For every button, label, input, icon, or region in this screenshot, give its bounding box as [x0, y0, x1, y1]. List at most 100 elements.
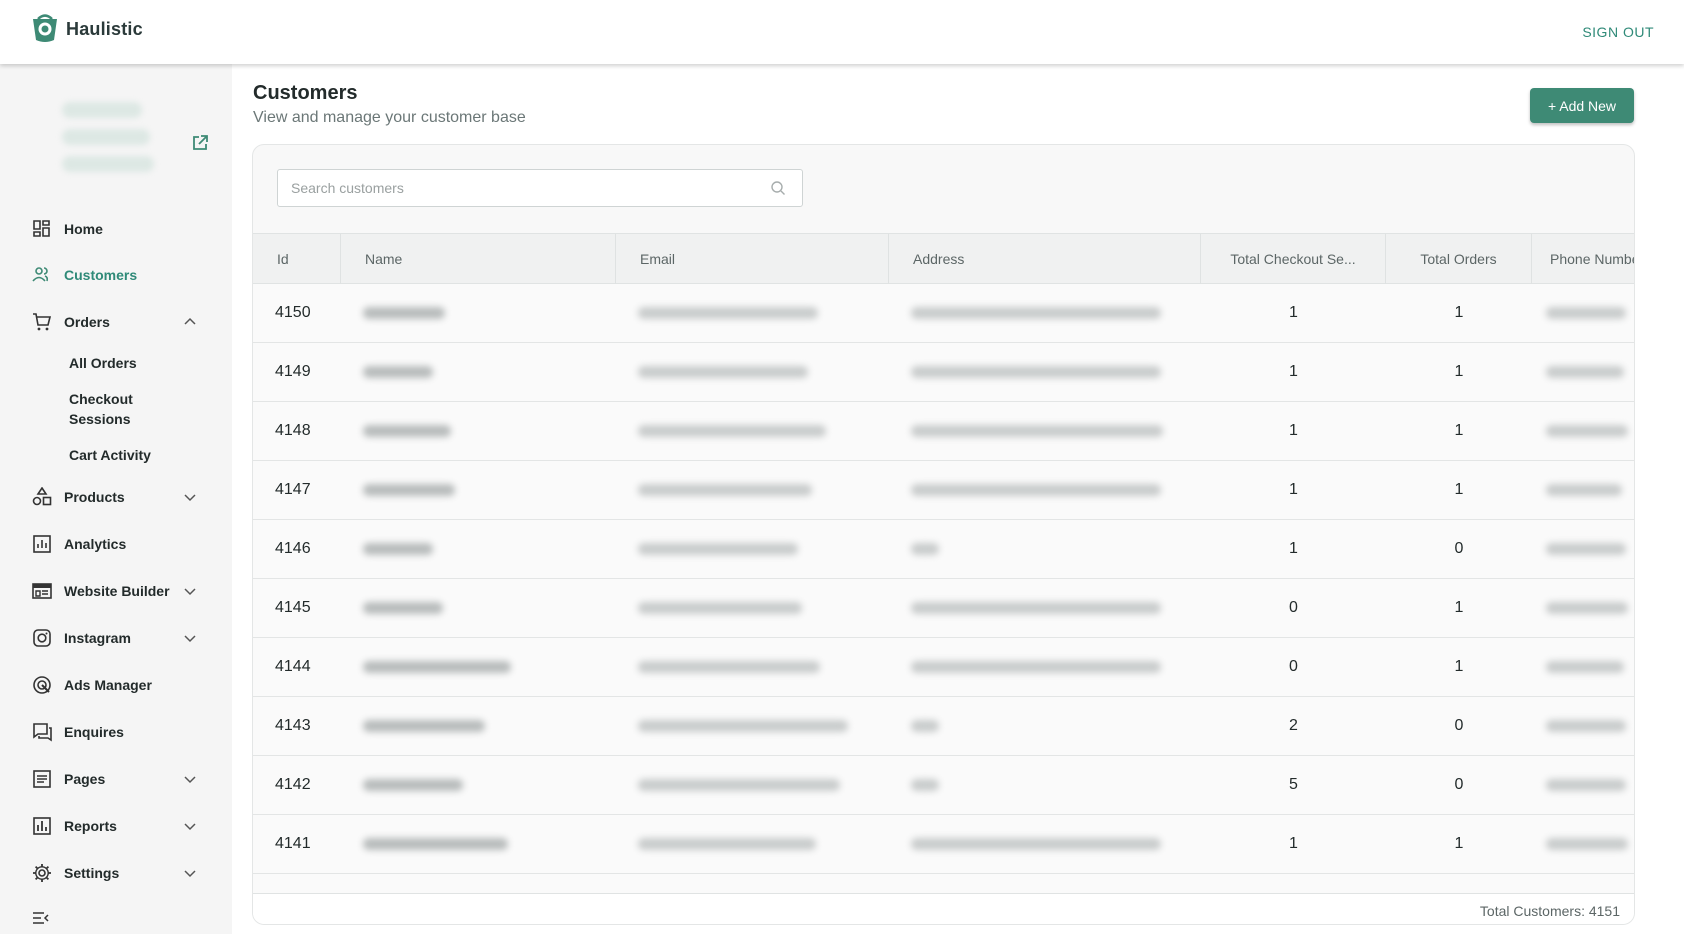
column-header-email[interactable]: Email — [616, 234, 889, 284]
cell-name[interactable] — [341, 402, 616, 460]
cell-name[interactable] — [341, 815, 616, 873]
column-header-total-checkout-sessions[interactable]: Total Checkout Se... — [1201, 234, 1386, 284]
column-header-total-orders[interactable]: Total Orders — [1386, 234, 1532, 284]
table-header: Id Name Email Address Total Checkout Se.… — [253, 233, 1634, 284]
sidebar-item-orders[interactable]: Orders — [0, 302, 232, 342]
people-icon — [32, 267, 49, 282]
cell-total-checkout-sessions: 1 — [1289, 540, 1298, 557]
cell-total-orders: 0 — [1454, 776, 1464, 793]
sidebar-subitem-all-orders[interactable]: All Orders — [69, 353, 179, 373]
cell-total-orders: 1 — [1454, 304, 1464, 321]
sidebar-subitem-cart-activity[interactable]: Cart Activity — [69, 445, 179, 465]
cell-phone-number — [1532, 284, 1634, 342]
search-box — [277, 169, 803, 207]
cell-name[interactable] — [341, 756, 616, 814]
cell-name[interactable] — [341, 638, 616, 696]
cell-name[interactable] — [341, 461, 616, 519]
sidebar-item-reports[interactable]: Reports — [0, 806, 232, 846]
chat-icon — [33, 723, 52, 742]
ads-icon — [33, 676, 51, 694]
sidebar-item-label: Products — [64, 489, 125, 505]
cell-total-checkout-sessions: 1 — [1289, 363, 1298, 380]
table-row[interactable]: 4141 1 1 — [253, 815, 1634, 874]
chevron-down-icon[interactable] — [182, 489, 198, 505]
column-header-name[interactable]: Name — [341, 234, 616, 284]
chevron-down-icon[interactable] — [182, 583, 198, 599]
cell-email — [616, 343, 889, 401]
table-row[interactable]: 4149 1 1 — [253, 343, 1634, 402]
table-row[interactable]: 4147 1 1 — [253, 461, 1634, 520]
sidebar-item-ads-manager[interactable]: Ads Manager — [0, 665, 232, 705]
external-link-icon[interactable] — [191, 134, 209, 152]
column-header-address[interactable]: Address — [889, 234, 1201, 284]
chevron-down-icon[interactable] — [182, 818, 198, 834]
dashboard-icon — [33, 220, 50, 237]
logo-icon — [33, 14, 57, 42]
sidebar: Home Customers Orders Products Analytics Webs… — [0, 64, 232, 934]
sign-out-button[interactable]: SIGN OUT — [1582, 24, 1654, 40]
chevron-down-icon[interactable] — [182, 865, 198, 881]
table-row[interactable]: 4144 0 1 — [253, 638, 1634, 697]
search-icon[interactable] — [770, 180, 786, 196]
cell-total-checkout-sessions: 1 — [1289, 835, 1298, 852]
brand-logo[interactable]: Haulistic — [30, 13, 143, 45]
table-row[interactable]: 4148 1 1 — [253, 402, 1634, 461]
cell-name[interactable] — [341, 343, 616, 401]
cell-total-checkout-sessions: 1 — [1289, 304, 1298, 321]
cell-address — [889, 343, 1201, 401]
sidebar-item-settings[interactable]: Settings — [0, 853, 232, 893]
sidebar-item-pages[interactable]: Pages — [0, 759, 232, 799]
cell-address — [889, 284, 1201, 342]
cell-email — [616, 461, 889, 519]
cell-id: 4143 — [275, 717, 311, 734]
table-row[interactable]: 4150 1 1 — [253, 284, 1634, 343]
cell-total-orders: 1 — [1454, 422, 1464, 439]
cell-total-orders: 0 — [1454, 717, 1464, 734]
column-header-id[interactable]: Id — [253, 234, 341, 284]
cell-address — [889, 461, 1201, 519]
sidebar-item-customers[interactable]: Customers — [0, 255, 232, 295]
sidebar-item-products[interactable]: Products — [0, 477, 232, 517]
cell-email — [616, 284, 889, 342]
table-row[interactable]: 4145 0 1 — [253, 579, 1634, 638]
table-body: 4150 1 1 4149 1 1 4148 1 1 4147 1 1 4146 1 0 4145 0 1 4144… — [253, 284, 1634, 893]
table-row[interactable]: 4146 1 0 — [253, 520, 1634, 579]
sidebar-item-home[interactable]: Home — [0, 209, 232, 249]
add-new-button[interactable]: + Add New — [1530, 88, 1634, 123]
cell-id: 4144 — [275, 658, 311, 675]
sidebar-item-website-builder[interactable]: Website Builder — [0, 571, 232, 611]
chevron-down-icon[interactable] — [182, 630, 198, 646]
sidebar-item-instagram[interactable]: Instagram — [0, 618, 232, 658]
cell-name[interactable] — [341, 579, 616, 637]
shapes-icon — [32, 487, 52, 506]
cell-address — [889, 579, 1201, 637]
sidebar-item-analytics[interactable]: Analytics — [0, 524, 232, 564]
chevron-up-icon[interactable] — [182, 314, 198, 330]
cell-id: 4146 — [275, 540, 311, 557]
chevron-down-icon[interactable] — [182, 771, 198, 787]
cell-total-checkout-sessions: 1 — [1289, 481, 1298, 498]
sidebar-item-label: Orders — [64, 314, 110, 330]
collapse-sidebar-icon[interactable] — [32, 910, 50, 926]
cell-name[interactable] — [341, 284, 616, 342]
sidebar-subitem-checkout-sessions[interactable]: Checkout Sessions — [69, 389, 179, 429]
cart-icon — [33, 313, 52, 331]
cell-email — [616, 579, 889, 637]
cell-phone-number — [1532, 756, 1634, 814]
cell-address — [889, 815, 1201, 873]
cell-phone-number — [1532, 461, 1634, 519]
cell-total-orders: 1 — [1454, 599, 1464, 616]
cell-id: 4147 — [275, 481, 311, 498]
page-icon — [33, 770, 51, 788]
cell-name[interactable] — [341, 697, 616, 755]
cell-name[interactable] — [341, 520, 616, 578]
table-row[interactable]: 4143 2 0 — [253, 697, 1634, 756]
column-header-phone-number[interactable]: Phone Numbe — [1532, 234, 1634, 284]
cell-phone-number — [1532, 402, 1634, 460]
cell-total-orders: 1 — [1454, 835, 1464, 852]
table-row[interactable]: 4142 5 0 — [253, 756, 1634, 815]
search-input[interactable] — [278, 170, 758, 206]
sidebar-item-enquires[interactable]: Enquires — [0, 712, 232, 752]
reports-icon — [33, 817, 51, 835]
cell-total-orders: 1 — [1454, 481, 1464, 498]
